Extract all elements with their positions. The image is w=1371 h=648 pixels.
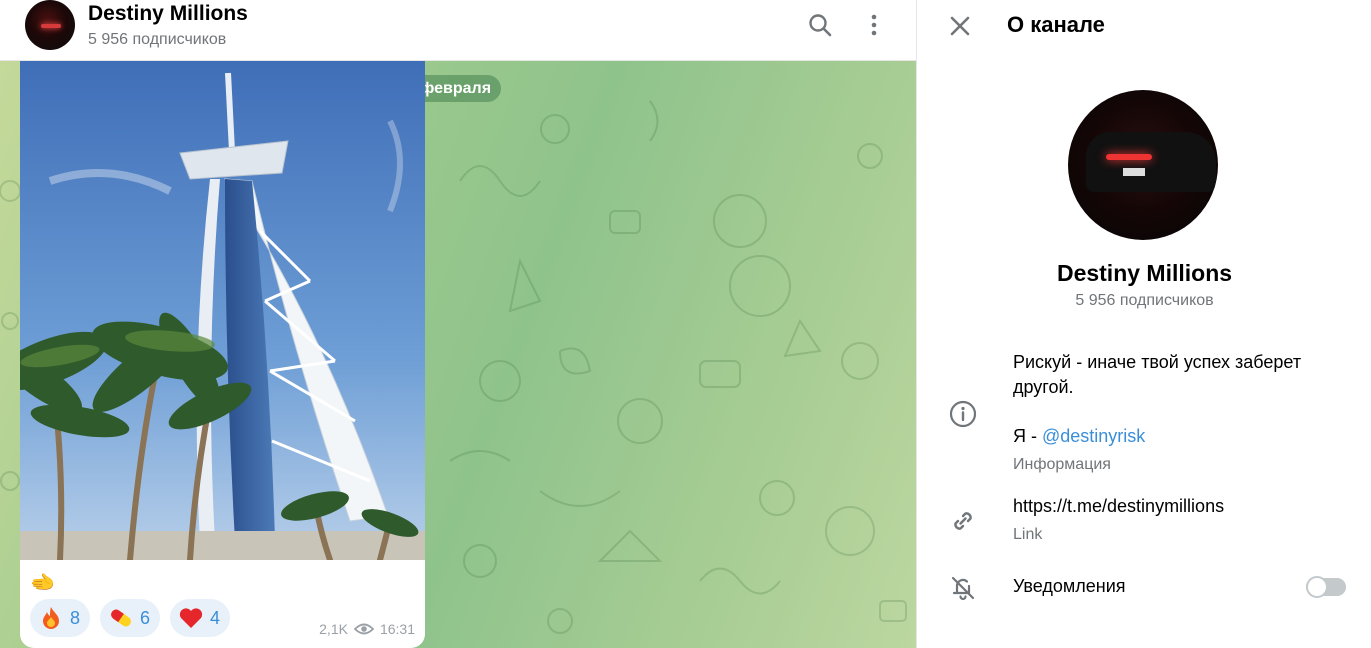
panel-title: О канале bbox=[1007, 12, 1105, 37]
heart-icon bbox=[179, 608, 203, 628]
channel-description: Рискуй - иначе твой успех заберет другой… bbox=[1013, 352, 1302, 397]
channel-name: Destiny Millions bbox=[1056, 260, 1233, 286]
info-caption: Информация bbox=[1013, 456, 1111, 473]
notifications-toggle[interactable] bbox=[1306, 576, 1346, 598]
notifications-label: Уведомления bbox=[1013, 576, 1126, 596]
channel-avatar-large[interactable] bbox=[1068, 90, 1218, 240]
post-photo[interactable] bbox=[20, 61, 425, 560]
channel-link[interactable]: https://t.me/destinymillions bbox=[1013, 496, 1224, 517]
reaction-count: 8 bbox=[70, 607, 81, 628]
fire-icon bbox=[43, 607, 59, 629]
eye-icon bbox=[353, 623, 374, 635]
contact-handle-link[interactable]: @destinyrisk bbox=[1042, 426, 1145, 446]
link-icon bbox=[954, 512, 972, 530]
post-time: 16:31 bbox=[379, 621, 415, 637]
chat-area: Destiny Millions 5 956 подписчиков 1 фев… bbox=[0, 0, 916, 648]
avatar-car-shape bbox=[1086, 132, 1216, 192]
reaction-count: 4 bbox=[210, 607, 221, 628]
channel-subscribers: 5 956 подписчиков bbox=[1075, 292, 1214, 309]
reaction-fire[interactable]: 8 bbox=[30, 599, 91, 637]
reaction-count: 6 bbox=[140, 607, 151, 628]
channel-post[interactable]: 🫲 8 6 4 2,1K 16:31 bbox=[20, 61, 425, 648]
chat-header[interactable]: Destiny Millions 5 956 подписчиков bbox=[0, 0, 916, 61]
search-icon[interactable] bbox=[807, 12, 833, 38]
reaction-pill[interactable]: 6 bbox=[100, 599, 161, 637]
subscriber-count: 5 956 подписчиков bbox=[88, 31, 227, 48]
post-text-emoji: 🫲 bbox=[30, 572, 55, 594]
channel-info-panel: О канале Destiny Millions 5 956 подписчи… bbox=[916, 0, 1371, 648]
contact-line: Я - @destinyrisk bbox=[1013, 426, 1145, 447]
info-icon bbox=[949, 400, 977, 428]
link-caption: Link bbox=[1013, 526, 1043, 543]
view-count: 2,1K bbox=[319, 621, 348, 637]
contact-prefix: Я - bbox=[1013, 426, 1042, 446]
post-meta: 2,1K 16:31 bbox=[319, 621, 415, 637]
pill-icon bbox=[111, 609, 131, 627]
reaction-heart[interactable]: 4 bbox=[170, 599, 231, 637]
avatar-plate bbox=[1123, 168, 1145, 176]
channel-title[interactable]: Destiny Millions bbox=[88, 2, 248, 26]
toggle-knob bbox=[1306, 576, 1328, 598]
bell-off-icon bbox=[951, 576, 975, 601]
close-icon[interactable] bbox=[947, 13, 973, 39]
avatar-taillight bbox=[1106, 154, 1152, 160]
more-vertical-icon[interactable] bbox=[861, 12, 887, 38]
channel-avatar[interactable] bbox=[25, 0, 75, 50]
